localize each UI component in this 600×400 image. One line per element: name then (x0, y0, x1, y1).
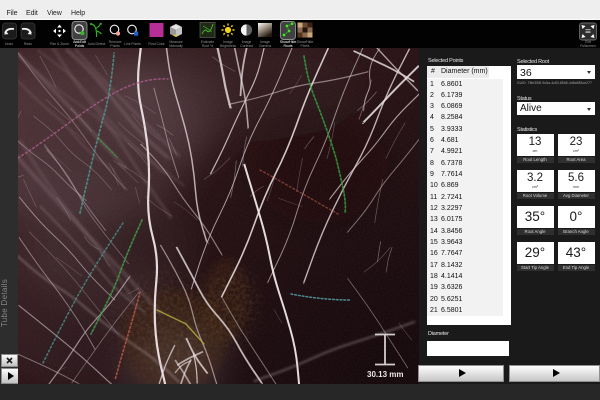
svg-text:30.13 mm: 30.13 mm (367, 370, 403, 379)
